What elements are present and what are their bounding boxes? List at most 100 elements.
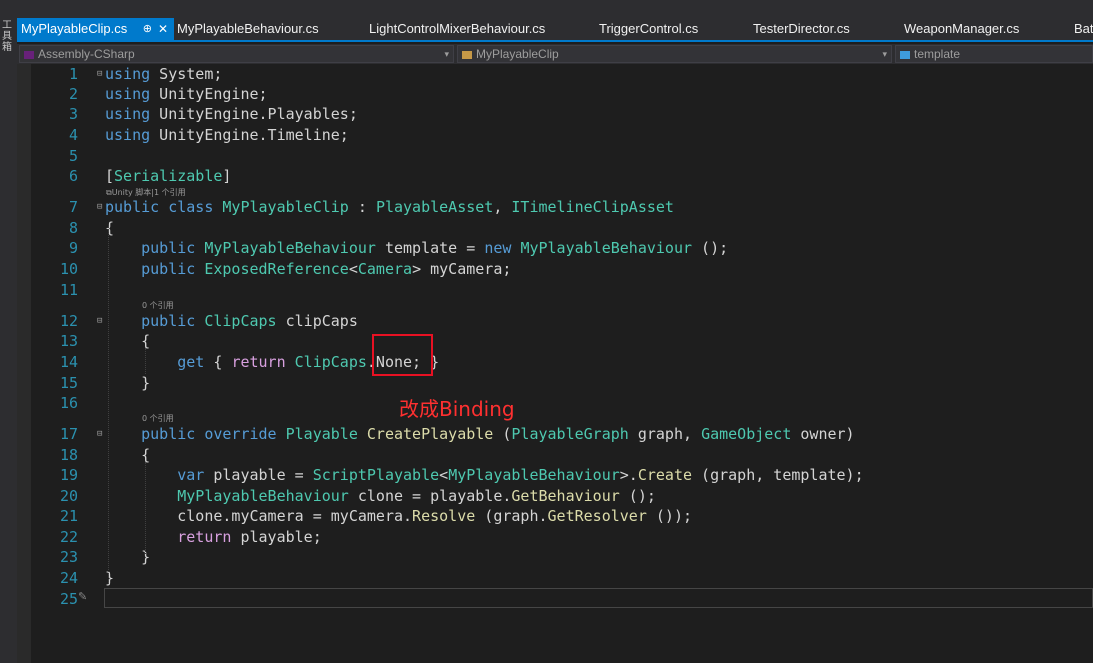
toolbox-label[interactable]: 工具箱 xyxy=(2,20,14,53)
code-token: System; xyxy=(150,65,223,83)
code-text: public ExposedReference<Camera> myCamera… xyxy=(105,259,511,279)
code-text: return playable; xyxy=(105,527,322,547)
code-line[interactable]: 18 { xyxy=(31,445,1093,465)
code-line[interactable]: 15 } xyxy=(31,373,1093,393)
code-line[interactable]: 23 } xyxy=(31,547,1093,567)
class-dropdown[interactable]: MyPlayableClip ▾ xyxy=(457,45,892,63)
tab-label: MyPlayableClip.cs xyxy=(21,21,128,36)
codelens-references[interactable]: 0 个引用 xyxy=(142,413,174,424)
code-token: Serializable xyxy=(114,167,223,185)
code-text: public override Playable CreatePlayable … xyxy=(105,424,854,444)
code-line[interactable]: 1 ⊟ using System; xyxy=(31,64,1093,84)
code-token: ] xyxy=(222,167,232,185)
code-token: (); xyxy=(692,239,729,257)
tab-myplayablebehaviour[interactable]: MyPlayableBehaviour.cs xyxy=(177,18,319,40)
code-token: ExposedReference xyxy=(204,260,349,278)
side-toolbox-rail[interactable]: 工具箱 xyxy=(0,0,17,663)
code-token: PlayableAsset xyxy=(375,198,494,216)
code-line[interactable]: 16 xyxy=(31,393,1093,413)
code-line[interactable]: 2 using UnityEngine; xyxy=(31,84,1093,104)
pin-icon[interactable]: ⊕ xyxy=(143,18,152,40)
code-token: ClipCaps xyxy=(204,312,277,330)
code-token: ITimelineClipAsset xyxy=(511,198,674,216)
fold-toggle-icon[interactable]: ⊟ xyxy=(97,197,102,217)
code-line[interactable]: 7 ⊟ public class MyPlayableClip : Playable… xyxy=(31,197,1093,217)
chevron-down-icon: ▾ xyxy=(882,49,887,59)
code-line[interactable]: 24} xyxy=(31,568,1093,588)
fold-toggle-icon[interactable]: ⊟ xyxy=(97,311,102,331)
code-line[interactable]: 21 clone.myCamera = myCamera.Resolve (gr… xyxy=(31,506,1093,526)
member-dropdown[interactable]: template xyxy=(895,45,1093,63)
tab-triggercontrol[interactable]: TriggerControl.cs xyxy=(599,18,698,40)
code-text: public class MyPlayableClip : PlayableAs… xyxy=(105,197,674,217)
code-line[interactable]: 6 [Serializable] xyxy=(31,166,1093,186)
codelens-references[interactable]: 0 个引用 xyxy=(142,300,174,311)
code-text: { xyxy=(105,331,150,351)
code-line[interactable]: 12 ⊟ public ClipCaps clipCaps xyxy=(31,311,1093,331)
code-line[interactable]: 3 using UnityEngine.Playables; xyxy=(31,104,1093,124)
code-token: GetBehaviour xyxy=(511,487,620,505)
code-line[interactable]: 20 MyPlayableBehaviour clone = playable.… xyxy=(31,486,1093,506)
line-number: 4 xyxy=(68,126,78,144)
code-line[interactable]: 10 public ExposedReference<Camera> myCam… xyxy=(31,259,1093,279)
line-number: 7 xyxy=(68,198,78,216)
close-icon[interactable]: ✕ xyxy=(158,18,168,40)
code-token: var xyxy=(105,466,214,484)
code-token: UnityEngine; xyxy=(150,85,268,103)
project-dropdown[interactable]: Assembly-CSharp ▾ xyxy=(19,45,454,63)
code-token: } xyxy=(105,569,115,587)
editor-margin xyxy=(17,64,31,663)
line-number: 15 xyxy=(59,374,78,392)
annotation-text: 改成Binding xyxy=(399,397,515,421)
codelens-references[interactable]: ⧉Unity 脚本|1 个引用 xyxy=(106,187,186,198)
code-line[interactable]: 14 get { return ClipCaps.None; } xyxy=(31,352,1093,372)
csharp-project-icon xyxy=(24,50,34,59)
code-token: Create xyxy=(637,466,693,484)
code-line[interactable]: 17 ⊟ public override Playable CreatePlaya… xyxy=(31,424,1093,444)
code-line[interactable]: 19 var playable = ScriptPlayable<MyPlaya… xyxy=(31,465,1093,485)
code-token: return xyxy=(231,353,295,371)
code-token: MyPlayableBehaviour xyxy=(177,487,349,505)
tab-bat[interactable]: Bat xyxy=(1074,18,1093,40)
current-line-highlight xyxy=(104,588,1093,608)
tab-label: TriggerControl.cs xyxy=(599,21,699,36)
code-token: ClipCaps xyxy=(294,353,367,371)
code-token: { xyxy=(204,353,232,371)
code-token: [ xyxy=(105,167,115,185)
code-token: playable = xyxy=(213,466,313,484)
line-number: 25 xyxy=(59,590,78,608)
code-line[interactable]: 22 return playable; xyxy=(31,527,1093,547)
code-token: ()); xyxy=(646,507,693,525)
code-line[interactable]: 5 xyxy=(31,146,1093,166)
code-line[interactable]: 13 { xyxy=(31,331,1093,351)
tab-label: WeaponManager.cs xyxy=(904,21,1020,36)
tab-weaponmanager[interactable]: WeaponManager.cs xyxy=(904,18,1019,40)
code-line[interactable]: 8{ xyxy=(31,218,1093,238)
code-line[interactable]: 11 xyxy=(31,280,1093,300)
indent-guide xyxy=(145,348,146,374)
code-token: clipCaps xyxy=(276,312,358,330)
code-token: Playable xyxy=(285,425,358,443)
code-line[interactable]: 9 public MyPlayableBehaviour template = … xyxy=(31,238,1093,258)
code-token: public xyxy=(105,312,205,330)
line-number: 18 xyxy=(59,446,78,464)
tab-lightcontrolmixerbehaviour[interactable]: LightControlMixerBehaviour.cs xyxy=(369,18,545,40)
line-number: 22 xyxy=(59,528,78,546)
line-number: 1 xyxy=(68,65,78,83)
code-token: public xyxy=(105,260,205,278)
code-token: MyPlayableBehaviour xyxy=(520,239,693,257)
code-token: CreatePlayable xyxy=(366,425,494,443)
fold-toggle-icon[interactable]: ⊟ xyxy=(97,64,102,84)
code-token: } xyxy=(105,548,151,566)
tab-testerdirector[interactable]: TesterDirector.cs xyxy=(753,18,850,40)
code-token: public class xyxy=(105,198,223,216)
tab-label: MyPlayableBehaviour.cs xyxy=(177,21,319,36)
fold-toggle-icon[interactable]: ⊟ xyxy=(97,424,102,444)
code-line[interactable]: 4 using UnityEngine.Timeline; xyxy=(31,125,1093,145)
tab-myplayableclip[interactable]: MyPlayableClip.cs ⊕ ✕ xyxy=(17,18,174,40)
field-icon xyxy=(900,50,910,59)
tab-label: Bat xyxy=(1074,21,1093,36)
chevron-down-icon: ▾ xyxy=(444,49,449,59)
